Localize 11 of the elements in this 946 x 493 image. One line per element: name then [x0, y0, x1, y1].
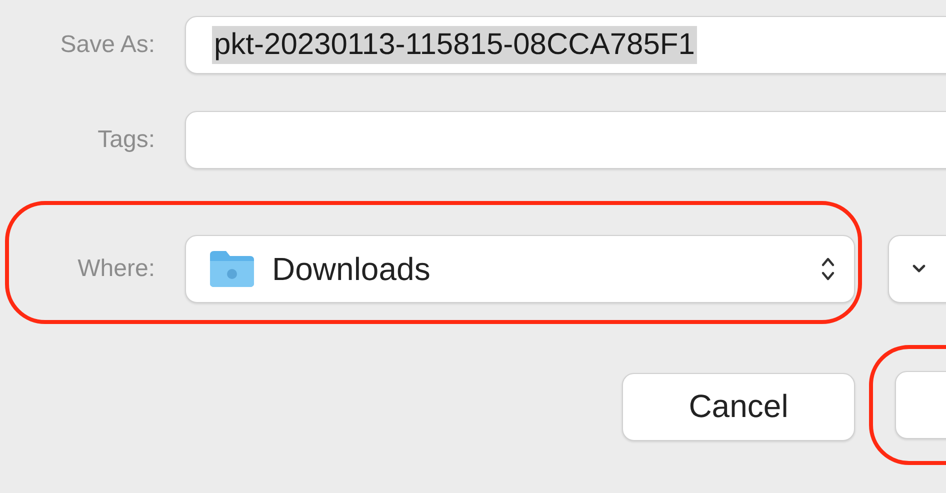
- field-label: Where:: [76, 255, 155, 283]
- location-popup[interactable]: Downloads: [185, 235, 855, 303]
- chevron-down-icon: [911, 264, 927, 274]
- updown-chevron-icon: [820, 255, 836, 283]
- field-label: Tags:: [96, 126, 155, 154]
- cancel-button[interactable]: Cancel: [622, 372, 855, 440]
- filename-field[interactable]: pkt-20230113-115815-08CCA785F1: [185, 16, 946, 74]
- field-label: Save As:: [59, 31, 155, 59]
- folder-icon: [208, 249, 256, 289]
- tags-field[interactable]: [185, 111, 946, 169]
- filename-text: pkt-20230113-115815-08CCA785F1: [212, 26, 697, 64]
